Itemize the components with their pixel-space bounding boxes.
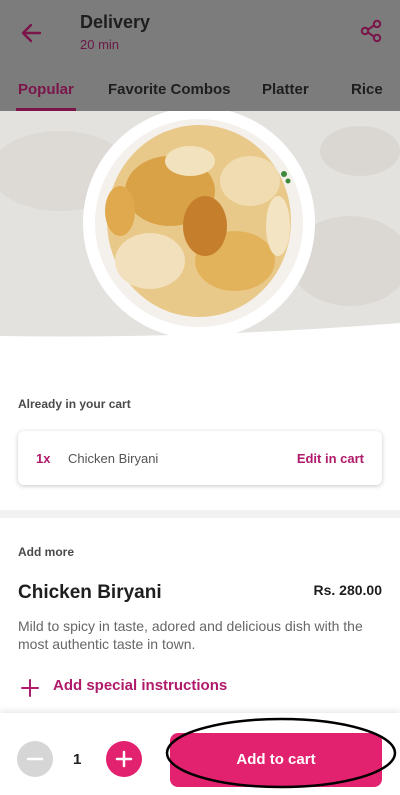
item-name: Chicken Biryani <box>18 582 162 603</box>
tab-favorite-combos[interactable]: Favorite Combos <box>108 81 231 98</box>
back-button[interactable] <box>16 18 46 48</box>
cart-item-quantity: 1x <box>36 451 51 466</box>
page-title: Delivery <box>80 12 151 32</box>
quantity-value: 1 <box>73 751 82 768</box>
plus-icon <box>115 750 133 768</box>
category-tabs: Popular Favorite Combos Platter Rice <box>0 76 400 111</box>
edit-in-cart-link[interactable]: Edit in cart <box>297 451 364 466</box>
bottom-action-bar: 1 Add to cart <box>0 713 400 795</box>
add-to-cart-button[interactable]: Add to cart <box>170 733 382 787</box>
tab-rice[interactable]: Rice <box>351 81 383 98</box>
increase-quantity-button[interactable] <box>106 741 142 777</box>
share-icon <box>360 19 382 43</box>
add-more-label: Add more <box>18 545 75 559</box>
cart-item-name: Chicken Biryani <box>68 451 159 466</box>
arrow-left-icon <box>21 23 42 43</box>
header: Delivery 20 min Popular Favorite Combos … <box>0 0 400 111</box>
plus-icon <box>21 679 39 697</box>
tab-platter[interactable]: Platter <box>262 81 309 98</box>
item-description: Mild to spicy in taste, adored and delic… <box>18 618 363 652</box>
cart-item-card: 1x Chicken Biryani Edit in cart <box>18 431 382 485</box>
item-price: Rs. 280.00 <box>313 582 383 598</box>
special-instructions-label: Add special instructions <box>53 677 228 694</box>
tab-popular[interactable]: Popular <box>18 81 74 98</box>
share-button[interactable] <box>358 18 384 44</box>
dish-image <box>0 111 400 351</box>
decrease-quantity-button[interactable] <box>17 741 53 777</box>
biryani-plate-image <box>0 111 400 351</box>
add-to-cart-label: Add to cart <box>236 751 316 768</box>
delivery-time: 20 min <box>80 37 120 52</box>
cart-section-label: Already in your cart <box>18 397 131 411</box>
section-divider <box>0 510 400 518</box>
minus-icon <box>26 757 44 761</box>
